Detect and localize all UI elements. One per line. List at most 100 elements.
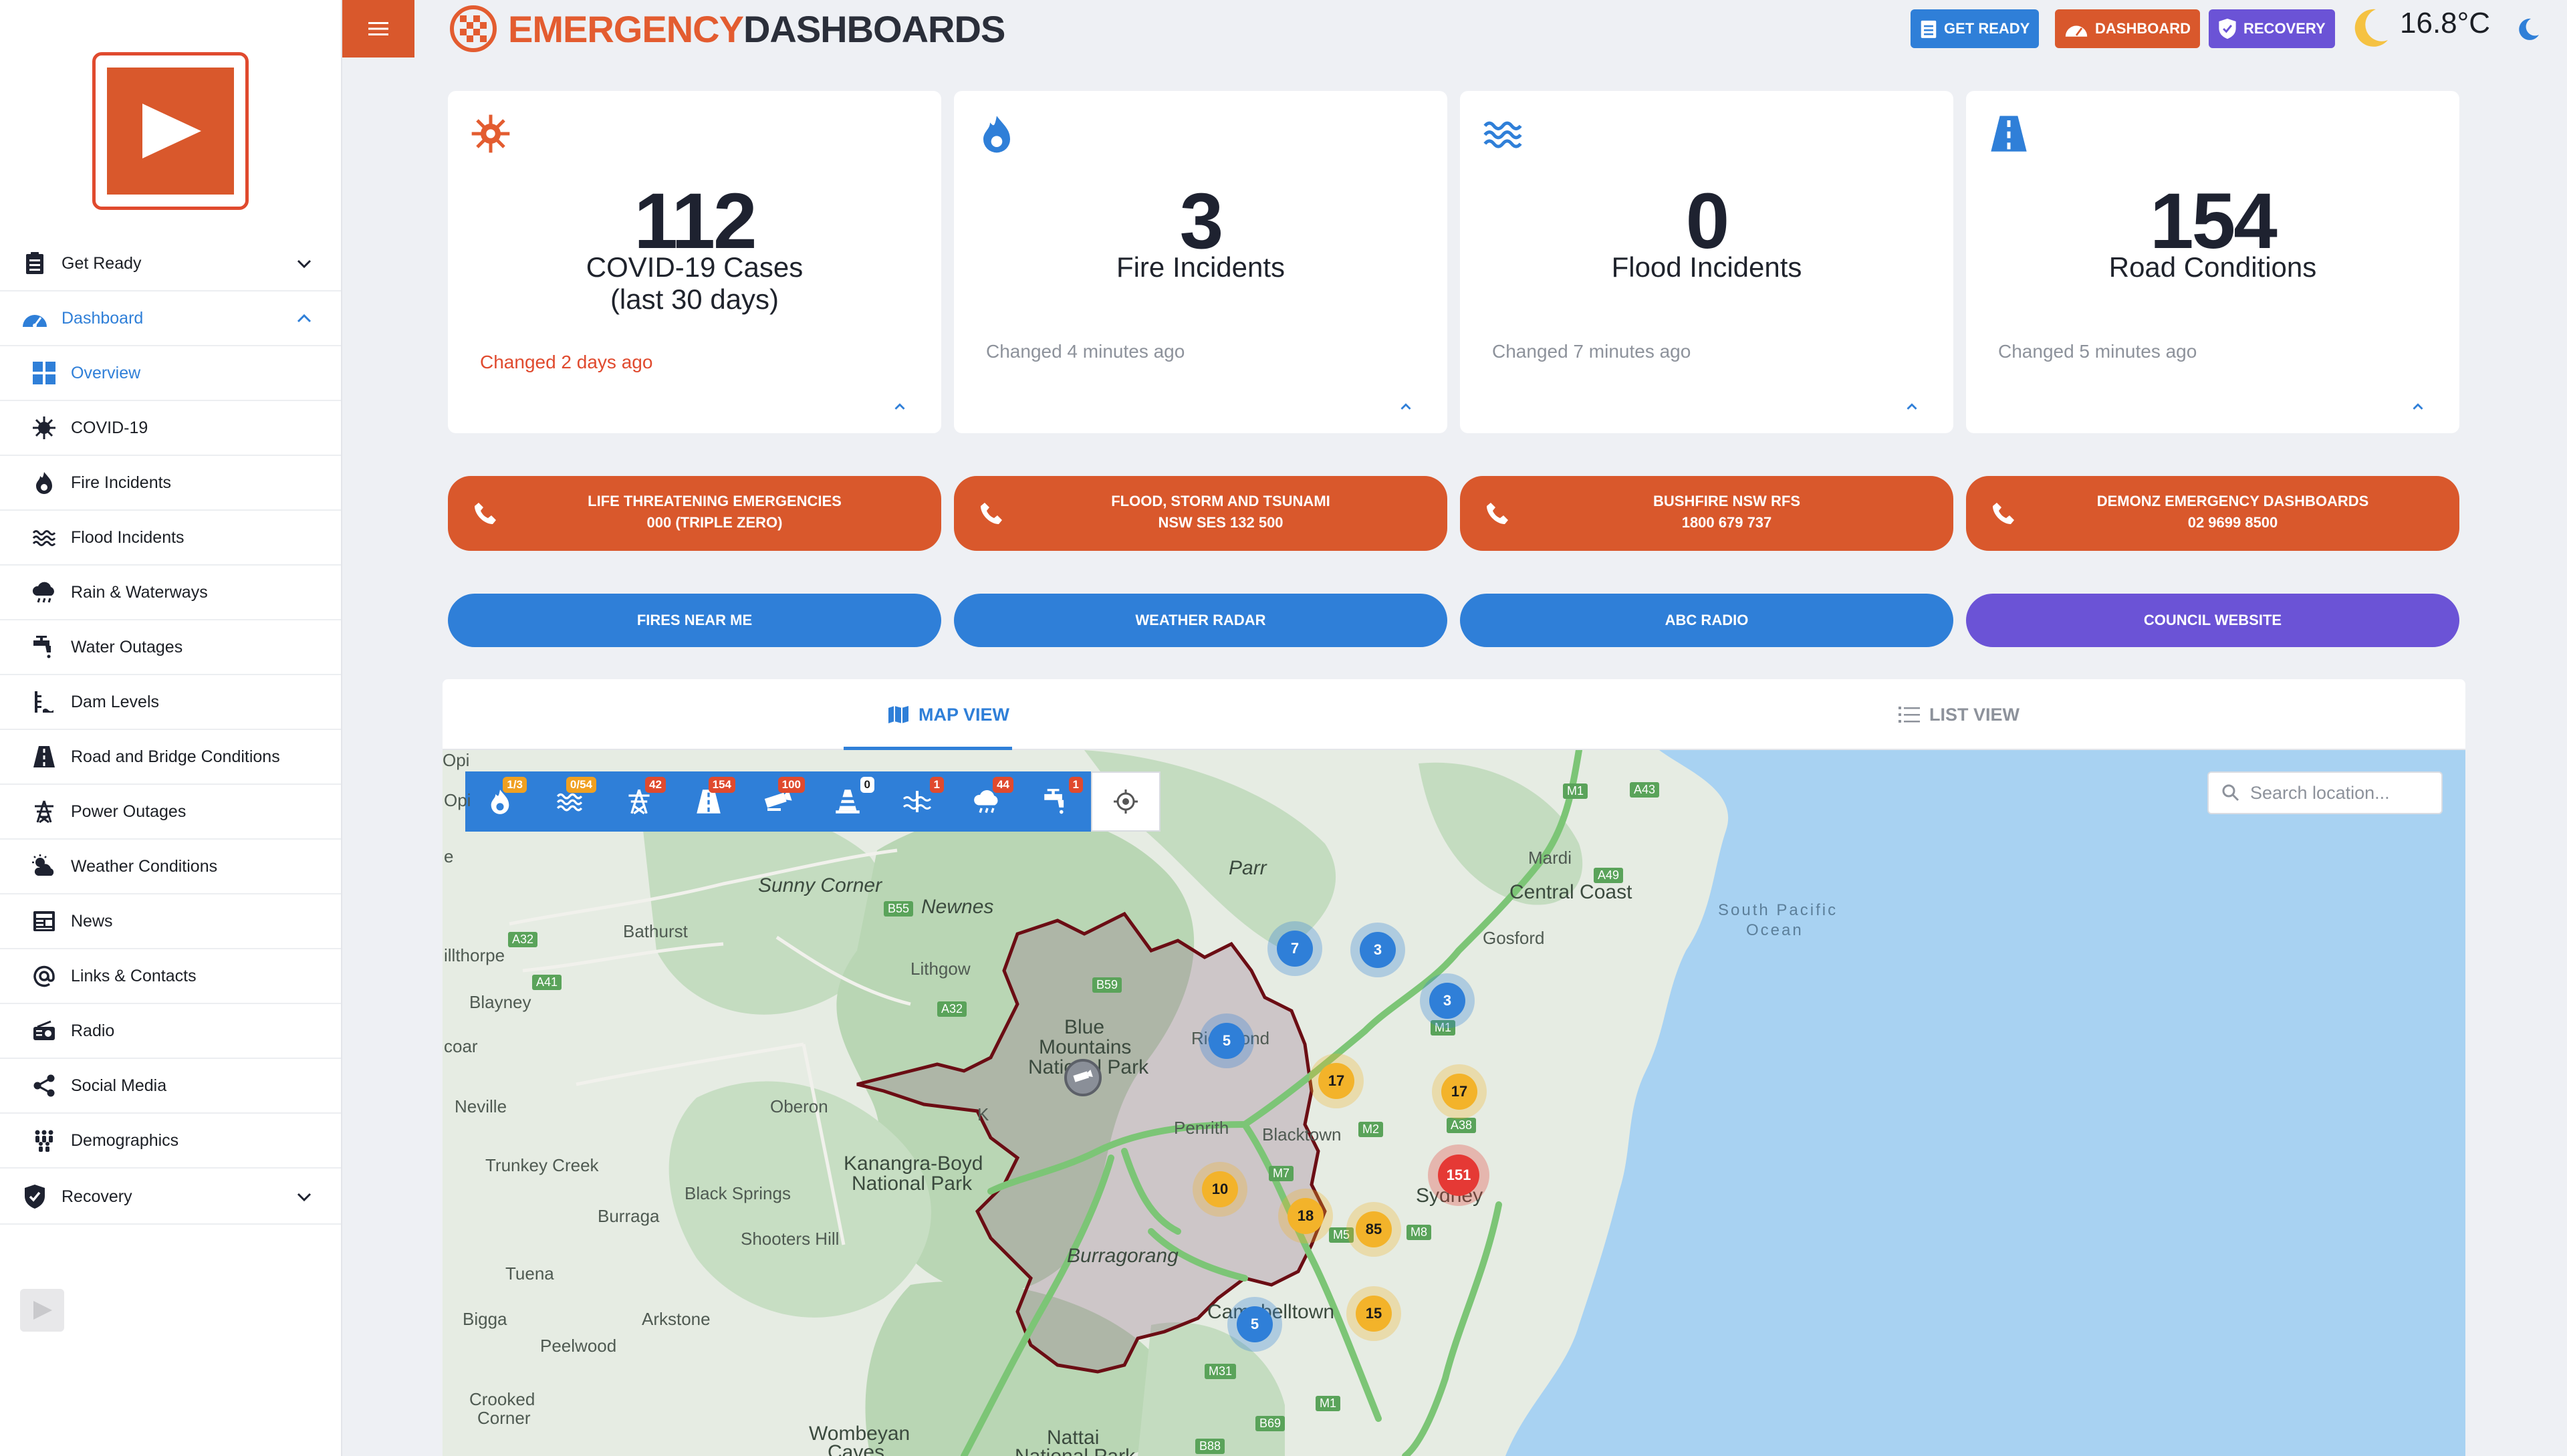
stat-value: 154 (2150, 177, 2278, 265)
map-label: Mountains (1039, 1036, 1132, 1058)
sidebar-item-recovery[interactable]: Recovery (0, 1170, 341, 1225)
layer-flood-toggle[interactable]: 0/54 (535, 771, 604, 832)
stat-card-flood[interactable]: 0 Flood Incidents Changed 7 minutes ago (1460, 91, 1953, 433)
road-shield: A32 (508, 932, 538, 947)
sidebar-item-dashboard[interactable]: Dashboard (0, 291, 341, 346)
stat-value: 0 (1685, 177, 1730, 265)
map-cluster-marker[interactable]: 10 (1193, 1162, 1247, 1217)
council-website-button[interactable]: COUNCIL WEBSITE (1966, 594, 2459, 647)
view-tabs: MAP VIEW LIST VIEW (443, 679, 2465, 750)
layer-water-outage-toggle[interactable]: 1 (1021, 771, 1091, 832)
stat-card-fire[interactable]: 3 Fire Incidents Changed 4 minutes ago (954, 91, 1447, 433)
sidebar-item-label: Weather Conditions (71, 856, 218, 876)
tab-list-view[interactable]: LIST VIEW (1899, 679, 2020, 750)
sidebar-item-social-media[interactable]: Social Media (0, 1059, 341, 1114)
map-panel: MAP VIEW LIST VIEW 1/3 0/54 42 154 100 0… (443, 679, 2465, 1456)
layer-rain-toggle[interactable]: 44 (952, 771, 1021, 832)
layer-river-gauge-toggle[interactable]: 1 (882, 771, 952, 832)
dashboard-button[interactable]: DASHBOARD (2055, 9, 2200, 48)
tab-map-view[interactable]: MAP VIEW (888, 679, 1009, 750)
map-label: Opi (444, 790, 471, 810)
map-label: Penrith (1174, 1118, 1229, 1138)
map-cluster-marker[interactable]: 3 (1420, 973, 1475, 1028)
map-cluster-marker[interactable]: 85 (1346, 1202, 1401, 1257)
sidebar-item-dam-levels[interactable]: Dam Levels (0, 675, 341, 730)
map-label: Gosford (1483, 928, 1545, 948)
call-text: DEMONZ EMERGENCY DASHBOARDS 02 9699 8500 (2096, 493, 2369, 531)
road-shield: M1 (1316, 1396, 1341, 1411)
sidebar-item-rain-waterways[interactable]: Rain & Waterways (0, 566, 341, 620)
chevron-up-icon[interactable] (2409, 397, 2427, 416)
sidebar-item-road-bridge[interactable]: Road and Bridge Conditions (0, 730, 341, 785)
sidebar-item-overview[interactable]: Overview (0, 346, 341, 401)
road-shield: A32 (937, 1001, 967, 1017)
map-label: Mardi (1528, 848, 1572, 868)
call-button-rfs[interactable]: BUSHFIRE NSW RFS 1800 679 737 (1460, 476, 1953, 551)
map-canvas[interactable]: 1/3 0/54 42 154 100 0 1 44 1 Search loca… (443, 750, 2465, 1456)
app-logo[interactable] (92, 52, 249, 210)
stat-card-covid[interactable]: 112 COVID-19 Cases (last 30 days) Changed… (448, 91, 941, 433)
chevron-up-icon[interactable] (1396, 397, 1415, 416)
map-cluster-marker[interactable]: 3 (1350, 923, 1405, 977)
weather-radar-button[interactable]: WEATHER RADAR (954, 594, 1447, 647)
fires-near-me-button[interactable]: FIRES NEAR ME (448, 594, 941, 647)
sidebar-item-label: Dam Levels (71, 692, 159, 711)
brand-text-dashboards: DASHBOARDS (743, 7, 1005, 50)
hamburger-menu-button[interactable] (342, 0, 414, 57)
stat-label: Road Conditions (2108, 251, 2317, 283)
dark-mode-toggle-icon[interactable] (2515, 16, 2542, 43)
abc-radio-button[interactable]: ABC RADIO (1460, 594, 1953, 647)
call-button-ses[interactable]: FLOOD, STORM AND TSUNAMI NSW SES 132 500 (954, 476, 1447, 551)
map-cluster-marker[interactable]: 151 (1428, 1144, 1489, 1206)
map-cluster-marker[interactable]: 17 (1432, 1064, 1487, 1119)
layer-roadworks-toggle[interactable]: 0 (813, 771, 882, 832)
sidebar-item-flood-incidents[interactable]: Flood Incidents (0, 511, 341, 566)
map-cluster-marker[interactable]: 7 (1267, 921, 1322, 976)
brand-logo-icon (450, 5, 497, 52)
map-label: Newnes (921, 896, 994, 918)
layer-traffic-camera-toggle[interactable]: 100 (743, 771, 813, 832)
layer-power-toggle[interactable]: 42 (604, 771, 674, 832)
clipboard-list-icon (1921, 20, 1937, 38)
map-cluster-marker[interactable]: 5 (1199, 1013, 1254, 1068)
traffic-camera-marker[interactable] (1064, 1059, 1102, 1096)
map-cluster-marker[interactable]: 5 (1227, 1297, 1282, 1352)
sidebar-item-demographics[interactable]: Demographics (0, 1114, 341, 1169)
map-search-input[interactable]: Search location... (2207, 771, 2443, 814)
get-ready-button[interactable]: GET READY (1911, 9, 2040, 48)
recovery-button[interactable]: RECOVERY (2209, 9, 2335, 48)
sidebar-item-label: Dashboard (62, 308, 144, 328)
map-label: Oberon (770, 1096, 828, 1116)
call-button-emergency[interactable]: LIFE THREATENING EMERGENCIES 000 (TRIPLE … (448, 476, 941, 551)
layer-badge: 1/3 (503, 777, 527, 793)
brand-title: EMERGENCY DASHBOARDS (449, 5, 1005, 52)
sidebar-item-links-contacts[interactable]: Links & Contacts (0, 949, 341, 1004)
sidebar-item-news[interactable]: News (0, 894, 341, 949)
sidebar-item-covid[interactable]: COVID-19 (0, 401, 341, 456)
sidebar-item-label: Get Ready (62, 253, 142, 273)
get-ready-label: GET READY (1944, 20, 2030, 37)
locate-me-button[interactable] (1091, 771, 1160, 832)
recovery-label: RECOVERY (2243, 20, 2326, 37)
sidebar-item-radio[interactable]: Radio (0, 1004, 341, 1059)
call-button-demonz[interactable]: DEMONZ EMERGENCY DASHBOARDS 02 9699 8500 (1966, 476, 2459, 551)
road-shield: B69 (1255, 1416, 1286, 1431)
map-label: Burragorang (1067, 1245, 1179, 1267)
sidebar-item-fire-incidents[interactable]: Fire Incidents (0, 456, 341, 511)
phone-icon (1487, 503, 1508, 524)
sidebar-item-weather-conditions[interactable]: Weather Conditions (0, 840, 341, 894)
chevron-up-icon[interactable] (890, 397, 909, 416)
map-cluster-marker[interactable]: 17 (1309, 1054, 1364, 1108)
map-cluster-marker[interactable]: 18 (1278, 1189, 1333, 1243)
faucet-icon (29, 632, 59, 662)
map-cluster-marker[interactable]: 15 (1346, 1286, 1401, 1341)
play-logo-icon (107, 68, 234, 195)
layer-road-toggle[interactable]: 154 (674, 771, 743, 832)
chevron-up-icon[interactable] (1903, 397, 1921, 416)
sidebar-item-label: Rain & Waterways (71, 582, 208, 602)
sidebar-item-water-outages[interactable]: Water Outages (0, 620, 341, 675)
stat-card-road[interactable]: 154 Road Conditions Changed 5 minutes ag… (1966, 91, 2459, 433)
sidebar-item-power-outages[interactable]: Power Outages (0, 785, 341, 840)
layer-fire-toggle[interactable]: 1/3 (465, 771, 535, 832)
sidebar-item-get-ready[interactable]: Get Ready (0, 237, 341, 291)
